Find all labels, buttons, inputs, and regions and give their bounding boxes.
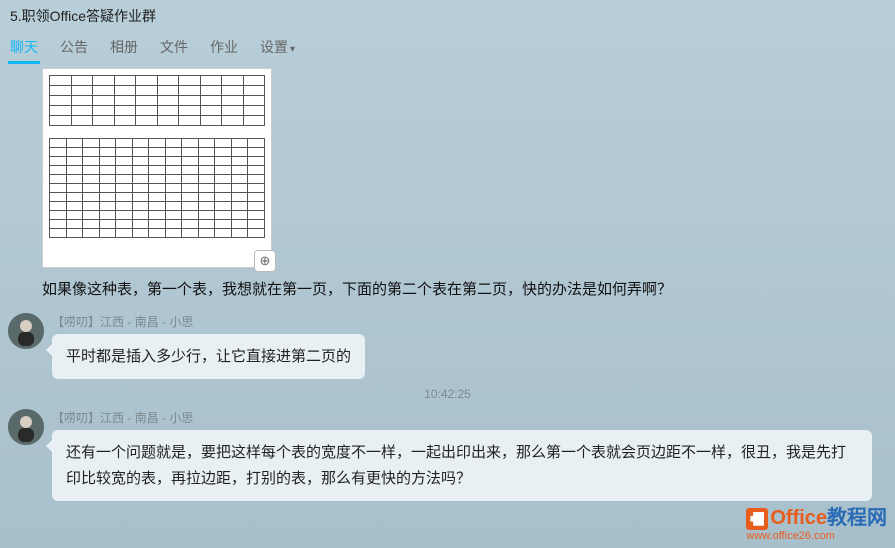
chat-area: ⊕ 如果像这种表，第一个表，我想就在第一页，下面的第二个表在第二页，快的办法是如…: [0, 68, 895, 501]
tab-homework[interactable]: 作业: [208, 31, 240, 63]
message-bubble: 平时都是插入多少行，让它直接进第二页的: [52, 334, 365, 380]
watermark-title: Office教程网: [746, 501, 887, 530]
message-row: 【唠叨】江西 - 南昌 - 小思 平时都是插入多少行，让它直接进第二页的: [8, 313, 887, 380]
avatar[interactable]: [8, 409, 44, 445]
tab-album[interactable]: 相册: [108, 31, 140, 63]
watermark-url: www.office26.com: [746, 530, 887, 542]
avatar[interactable]: [8, 313, 44, 349]
sender-name: 【唠叨】江西 - 南昌 - 小思: [52, 313, 887, 330]
magnifier-plus-icon[interactable]: ⊕: [254, 250, 276, 272]
tab-notice[interactable]: 公告: [58, 31, 90, 63]
table-preview-1: [49, 75, 265, 126]
tab-chat[interactable]: 聊天: [8, 31, 40, 63]
message-bubble: 还有一个问题就是，要把这样每个表的宽度不一样，一起出印出来，那么第一个表就会页边…: [52, 430, 872, 501]
timestamp: 10:42:25: [8, 387, 887, 401]
message-text: 平时都是插入多少行，让它直接进第二页的: [66, 348, 351, 365]
tab-bar: 聊天 公告 相册 文件 作业 设置▾: [0, 30, 895, 64]
table-thumbnail: [42, 68, 272, 268]
message-row: 【唠叨】江西 - 南昌 - 小思 还有一个问题就是，要把这样每个表的宽度不一样，…: [8, 409, 887, 501]
message-text: 还有一个问题就是，要把这样每个表的宽度不一样，一起出印出来，那么第一个表就会页边…: [66, 444, 846, 487]
chevron-down-icon: ▾: [290, 44, 295, 55]
attached-image[interactable]: ⊕: [42, 68, 272, 268]
window-title: 5.职领Office答疑作业群: [0, 0, 895, 30]
message-text: 如果像这种表，第一个表，我想就在第一页，下面的第二个表在第二页，快的办法是如何弄…: [42, 276, 887, 305]
message-block: ⊕ 如果像这种表，第一个表，我想就在第一页，下面的第二个表在第二页，快的办法是如…: [42, 68, 887, 305]
watermark: Office教程网 www.office26.com: [746, 501, 887, 542]
table-preview-2: [49, 138, 265, 238]
tab-settings[interactable]: 设置▾: [258, 31, 297, 63]
tab-files[interactable]: 文件: [158, 31, 190, 63]
office-logo-icon: [746, 508, 768, 530]
sender-name: 【唠叨】江西 - 南昌 - 小思: [52, 409, 887, 426]
